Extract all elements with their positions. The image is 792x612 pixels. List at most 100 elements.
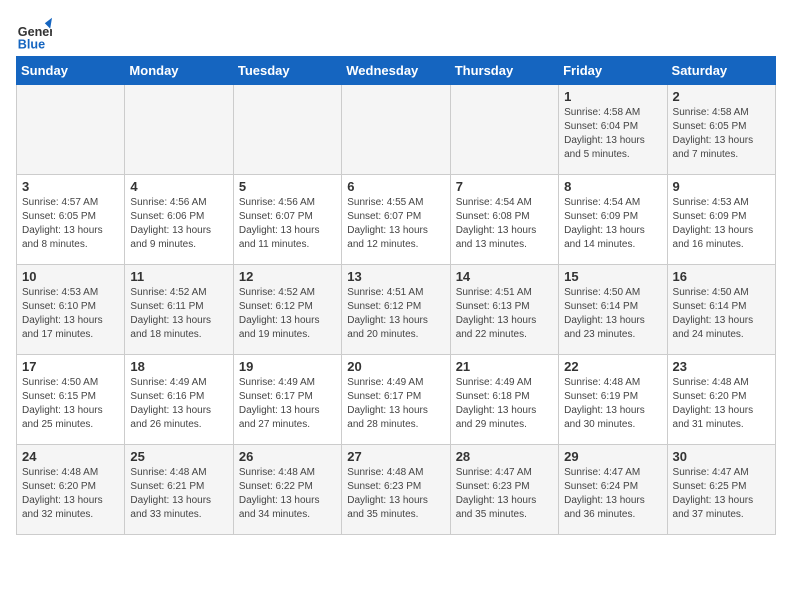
calendar-cell: 6 Sunrise: 4:55 AM Sunset: 6:07 PM Daylig… — [342, 175, 450, 265]
logo-icon: General Blue — [16, 16, 52, 52]
calendar-cell: 19 Sunrise: 4:49 AM Sunset: 6:17 PM Dayli… — [233, 355, 341, 445]
day-info: Sunrise: 4:52 AM Sunset: 6:11 PM Dayligh… — [130, 286, 227, 342]
calendar-cell: 25 Sunrise: 4:48 AM Sunset: 6:21 PM Dayli… — [125, 445, 233, 535]
calendar-cell: 11 Sunrise: 4:52 AM Sunset: 6:11 PM Dayli… — [125, 265, 233, 355]
calendar-cell: 13 Sunrise: 4:51 AM Sunset: 6:12 PM Dayli… — [342, 265, 450, 355]
day-info: Sunrise: 4:51 AM Sunset: 6:12 PM Dayligh… — [347, 286, 444, 342]
day-info: Sunrise: 4:52 AM Sunset: 6:12 PM Dayligh… — [239, 286, 336, 342]
calendar-cell: 17 Sunrise: 4:50 AM Sunset: 6:15 PM Dayli… — [17, 355, 125, 445]
week-row-0: 1 Sunrise: 4:58 AM Sunset: 6:04 PM Daylig… — [17, 85, 776, 175]
calendar-cell: 2Sunrise: 4:58 AM Sunset: 6:05 PM Daylig… — [667, 85, 775, 175]
day-number: 28 — [456, 449, 553, 464]
header-saturday: Saturday — [667, 57, 775, 85]
day-info: Sunrise: 4:48 AM Sunset: 6:23 PM Dayligh… — [347, 466, 444, 522]
day-info: Sunrise: 4:53 AM Sunset: 6:09 PM Dayligh… — [673, 196, 770, 252]
day-info: Sunrise: 4:48 AM Sunset: 6:22 PM Dayligh… — [239, 466, 336, 522]
calendar-cell: 14Sunrise: 4:51 AM Sunset: 6:13 PM Dayli… — [450, 265, 558, 355]
calendar-header: SundayMondayTuesdayWednesdayThursdayFrid… — [17, 57, 776, 85]
header-thursday: Thursday — [450, 57, 558, 85]
day-info: Sunrise: 4:49 AM Sunset: 6:17 PM Dayligh… — [239, 376, 336, 432]
day-info: Sunrise: 4:47 AM Sunset: 6:25 PM Dayligh… — [673, 466, 770, 522]
day-number: 6 — [347, 179, 444, 194]
day-number: 8 — [564, 179, 661, 194]
week-row-3: 17 Sunrise: 4:50 AM Sunset: 6:15 PM Dayli… — [17, 355, 776, 445]
calendar-cell: 24Sunrise: 4:48 AM Sunset: 6:20 PM Dayli… — [17, 445, 125, 535]
day-info: Sunrise: 4:58 AM Sunset: 6:04 PM Dayligh… — [564, 106, 661, 162]
svg-text:Blue: Blue — [18, 37, 45, 51]
day-info: Sunrise: 4:49 AM Sunset: 6:17 PM Dayligh… — [347, 376, 444, 432]
day-info: Sunrise: 4:50 AM Sunset: 6:14 PM Dayligh… — [673, 286, 770, 342]
day-number: 15 — [564, 269, 661, 284]
calendar-cell — [125, 85, 233, 175]
day-number: 10 — [22, 269, 119, 284]
calendar-table: SundayMondayTuesdayWednesdayThursdayFrid… — [16, 56, 776, 535]
calendar-cell — [17, 85, 125, 175]
day-number: 30 — [673, 449, 770, 464]
calendar-body: 1 Sunrise: 4:58 AM Sunset: 6:04 PM Daylig… — [17, 85, 776, 535]
day-number: 4 — [130, 179, 227, 194]
week-row-2: 10 Sunrise: 4:53 AM Sunset: 6:10 PM Dayli… — [17, 265, 776, 355]
day-number: 22 — [564, 359, 661, 374]
day-number: 11 — [130, 269, 227, 284]
header-monday: Monday — [125, 57, 233, 85]
day-number: 27 — [347, 449, 444, 464]
day-info: Sunrise: 4:50 AM Sunset: 6:15 PM Dayligh… — [22, 376, 119, 432]
day-number: 29 — [564, 449, 661, 464]
calendar-cell: 18Sunrise: 4:49 AM Sunset: 6:16 PM Dayli… — [125, 355, 233, 445]
calendar-cell: 21 Sunrise: 4:49 AM Sunset: 6:18 PM Dayli… — [450, 355, 558, 445]
calendar-cell: 20 Sunrise: 4:49 AM Sunset: 6:17 PM Dayli… — [342, 355, 450, 445]
day-number: 3 — [22, 179, 119, 194]
day-number: 24 — [22, 449, 119, 464]
calendar-cell: 29 Sunrise: 4:47 AM Sunset: 6:24 PM Dayli… — [559, 445, 667, 535]
header-tuesday: Tuesday — [233, 57, 341, 85]
day-number: 18 — [130, 359, 227, 374]
calendar-cell: 7Sunrise: 4:54 AM Sunset: 6:08 PM Daylig… — [450, 175, 558, 265]
day-number: 2 — [673, 89, 770, 104]
logo: General Blue — [16, 16, 52, 52]
calendar-cell: 3Sunrise: 4:57 AM Sunset: 6:05 PM Daylig… — [17, 175, 125, 265]
week-row-1: 3Sunrise: 4:57 AM Sunset: 6:05 PM Daylig… — [17, 175, 776, 265]
day-number: 21 — [456, 359, 553, 374]
day-number: 1 — [564, 89, 661, 104]
calendar-cell — [233, 85, 341, 175]
header-friday: Friday — [559, 57, 667, 85]
calendar-cell — [450, 85, 558, 175]
day-info: Sunrise: 4:55 AM Sunset: 6:07 PM Dayligh… — [347, 196, 444, 252]
calendar-cell: 8Sunrise: 4:54 AM Sunset: 6:09 PM Daylig… — [559, 175, 667, 265]
day-info: Sunrise: 4:56 AM Sunset: 6:06 PM Dayligh… — [130, 196, 227, 252]
calendar-cell: 12 Sunrise: 4:52 AM Sunset: 6:12 PM Dayli… — [233, 265, 341, 355]
day-info: Sunrise: 4:50 AM Sunset: 6:14 PM Dayligh… — [564, 286, 661, 342]
day-number: 12 — [239, 269, 336, 284]
day-number: 16 — [673, 269, 770, 284]
day-info: Sunrise: 4:53 AM Sunset: 6:10 PM Dayligh… — [22, 286, 119, 342]
day-number: 17 — [22, 359, 119, 374]
calendar-cell: 5 Sunrise: 4:56 AM Sunset: 6:07 PM Daylig… — [233, 175, 341, 265]
calendar-cell: 15 Sunrise: 4:50 AM Sunset: 6:14 PM Dayli… — [559, 265, 667, 355]
day-number: 19 — [239, 359, 336, 374]
calendar-cell: 23Sunrise: 4:48 AM Sunset: 6:20 PM Dayli… — [667, 355, 775, 445]
day-info: Sunrise: 4:56 AM Sunset: 6:07 PM Dayligh… — [239, 196, 336, 252]
calendar-cell: 16 Sunrise: 4:50 AM Sunset: 6:14 PM Dayli… — [667, 265, 775, 355]
calendar-cell: 9Sunrise: 4:53 AM Sunset: 6:09 PM Daylig… — [667, 175, 775, 265]
calendar-cell: 1 Sunrise: 4:58 AM Sunset: 6:04 PM Daylig… — [559, 85, 667, 175]
day-info: Sunrise: 4:49 AM Sunset: 6:18 PM Dayligh… — [456, 376, 553, 432]
calendar-cell: 10 Sunrise: 4:53 AM Sunset: 6:10 PM Dayli… — [17, 265, 125, 355]
day-number: 20 — [347, 359, 444, 374]
day-info: Sunrise: 4:48 AM Sunset: 6:21 PM Dayligh… — [130, 466, 227, 522]
page-header: General Blue — [16, 16, 776, 52]
header-wednesday: Wednesday — [342, 57, 450, 85]
day-number: 14 — [456, 269, 553, 284]
day-info: Sunrise: 4:47 AM Sunset: 6:24 PM Dayligh… — [564, 466, 661, 522]
day-number: 25 — [130, 449, 227, 464]
day-info: Sunrise: 4:48 AM Sunset: 6:19 PM Dayligh… — [564, 376, 661, 432]
week-row-4: 24Sunrise: 4:48 AM Sunset: 6:20 PM Dayli… — [17, 445, 776, 535]
day-number: 13 — [347, 269, 444, 284]
calendar-cell: 26 Sunrise: 4:48 AM Sunset: 6:22 PM Dayli… — [233, 445, 341, 535]
header-sunday: Sunday — [17, 57, 125, 85]
day-number: 5 — [239, 179, 336, 194]
calendar-cell: 4 Sunrise: 4:56 AM Sunset: 6:06 PM Daylig… — [125, 175, 233, 265]
calendar-cell: 30 Sunrise: 4:47 AM Sunset: 6:25 PM Dayli… — [667, 445, 775, 535]
day-info: Sunrise: 4:48 AM Sunset: 6:20 PM Dayligh… — [673, 376, 770, 432]
day-info: Sunrise: 4:54 AM Sunset: 6:08 PM Dayligh… — [456, 196, 553, 252]
day-number: 26 — [239, 449, 336, 464]
